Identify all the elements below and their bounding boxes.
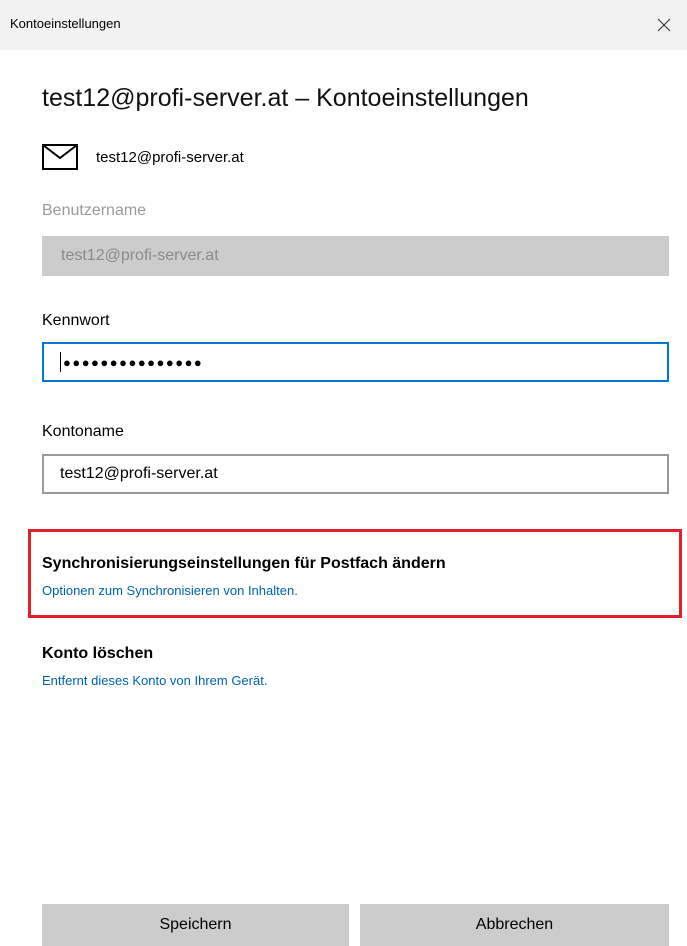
save-button[interactable]: Speichern: [42, 904, 349, 946]
title-bar: Kontoeinstellungen: [0, 0, 687, 50]
page-title: test12@profi-server.at – Kontoeinstellun…: [42, 84, 529, 112]
username-label: Benutzername: [42, 202, 147, 219]
mail-icon: [42, 144, 78, 170]
account-name-value: test12@profi-server.at: [60, 465, 218, 482]
close-button[interactable]: [641, 0, 687, 50]
username-field: test12@profi-server.at: [42, 236, 669, 276]
password-field[interactable]: ●●●●●●●●●●●●●●●: [42, 342, 669, 382]
delete-account-link[interactable]: Entfernt dieses Konto von Ihrem Gerät.: [42, 673, 267, 688]
username-value: test12@profi-server.at: [61, 247, 219, 264]
text-caret: [60, 352, 61, 372]
cancel-button[interactable]: Abbrechen: [360, 904, 669, 946]
account-identity: test12@profi-server.at: [42, 140, 244, 174]
close-icon: [657, 18, 671, 32]
sync-settings-title: Synchronisierungseinstellungen für Postf…: [42, 555, 446, 572]
password-label: Kennwort: [42, 312, 110, 329]
window-title: Kontoeinstellungen: [10, 16, 121, 31]
password-value: ●●●●●●●●●●●●●●●: [63, 354, 204, 370]
delete-account-title: Konto löschen: [42, 645, 154, 662]
account-name-field[interactable]: test12@profi-server.at: [42, 454, 669, 494]
sync-settings-link[interactable]: Optionen zum Synchronisieren von Inhalte…: [42, 583, 298, 598]
account-email: test12@profi-server.at: [96, 148, 244, 166]
sync-settings-highlight: [28, 529, 682, 618]
account-name-label: Kontoname: [42, 423, 124, 440]
